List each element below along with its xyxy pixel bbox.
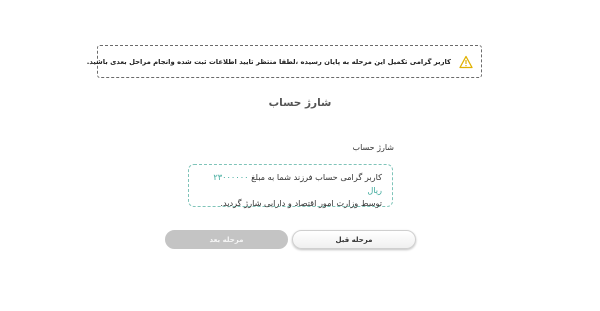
status-alert: کاربر گرامی تکمیل این مرحله به پایان رسی… xyxy=(87,45,482,78)
alert-message: کاربر گرامی تکمیل این مرحله به پایان رسی… xyxy=(86,57,451,66)
charge-info-line-1: کاربر گرامی حساب فرزند شما به مبلغ ۲۳۰۰۰… xyxy=(199,171,382,197)
charge-info-line-2: توسط وزارت امور اقتصاد و دارایی شارژ گرد… xyxy=(220,198,382,208)
section-label: شارژ حساب xyxy=(352,143,394,152)
charge-info-box: کاربر گرامی حساب فرزند شما به مبلغ ۲۳۰۰۰… xyxy=(188,164,393,208)
next-step-button[interactable]: مرحله بعد xyxy=(165,230,288,249)
page-title: شارژ حساب xyxy=(268,97,332,109)
charge-info-prefix: کاربر گرامی حساب فرزند شما به مبلغ xyxy=(251,172,382,182)
warning-icon xyxy=(459,55,473,69)
previous-step-button[interactable]: مرحله قبل xyxy=(292,230,416,249)
